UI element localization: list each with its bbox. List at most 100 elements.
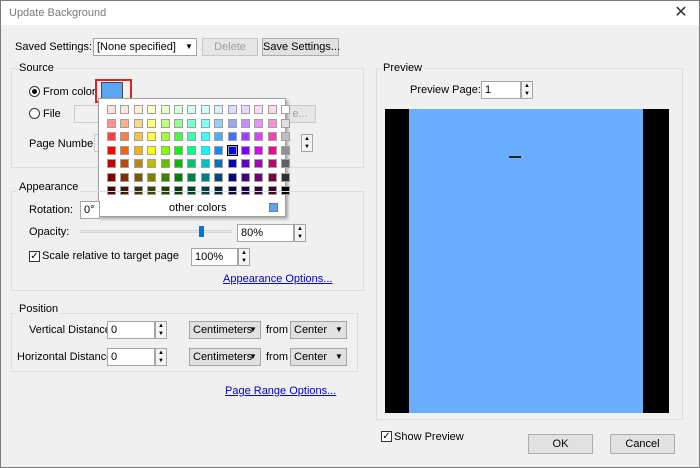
close-icon[interactable]: ✕	[663, 1, 699, 25]
palette-swatch[interactable]	[267, 132, 277, 141]
palette-swatch[interactable]	[120, 118, 130, 128]
palette-swatch[interactable]	[267, 118, 277, 128]
palette-swatch[interactable]	[160, 105, 170, 114]
palette-swatch[interactable]	[160, 145, 170, 155]
palette-swatch[interactable]	[200, 172, 210, 182]
palette-swatch[interactable]	[133, 132, 143, 141]
horizontal-from-select[interactable]: Center ▼	[290, 348, 347, 366]
palette-swatch[interactable]	[120, 159, 130, 168]
palette-swatch[interactable]	[107, 132, 116, 141]
palette-swatch[interactable]	[214, 118, 224, 128]
palette-swatch[interactable]	[174, 172, 183, 182]
palette-swatch[interactable]	[214, 172, 224, 182]
palette-swatch[interactable]	[147, 118, 157, 128]
palette-swatch[interactable]	[147, 132, 157, 141]
palette-swatch[interactable]	[241, 159, 250, 168]
palette-swatch[interactable]	[267, 159, 277, 168]
palette-swatch[interactable]	[174, 145, 183, 155]
palette-swatch[interactable]	[200, 105, 210, 114]
palette-swatch[interactable]	[187, 105, 197, 114]
horizontal-unit-select[interactable]: Centimeters ▼	[189, 348, 261, 366]
palette-swatch[interactable]	[241, 145, 250, 155]
color-picker-button[interactable]	[101, 82, 123, 99]
palette-swatch[interactable]	[200, 132, 210, 141]
palette-swatch[interactable]	[160, 118, 170, 128]
palette-swatch[interactable]	[107, 145, 116, 155]
delete-button[interactable]: Delete	[202, 38, 258, 56]
palette-swatch[interactable]	[133, 105, 143, 114]
palette-swatch[interactable]	[133, 159, 143, 168]
palette-swatch[interactable]	[281, 132, 291, 141]
palette-swatch[interactable]	[227, 105, 237, 114]
palette-swatch[interactable]	[174, 105, 183, 114]
vertical-distance-stepper[interactable]: ▲ ▼	[155, 321, 167, 339]
palette-swatch[interactable]	[254, 118, 264, 128]
palette-swatch[interactable]	[147, 105, 157, 114]
opacity-slider-track[interactable]	[80, 230, 232, 233]
palette-swatch[interactable]	[120, 105, 130, 114]
preview-page-field[interactable]: 1	[481, 81, 521, 99]
palette-swatch[interactable]	[254, 172, 264, 182]
page-number-stepper[interactable]: ▲ ▼	[301, 134, 313, 152]
vertical-unit-select[interactable]: Centimeters ▼	[189, 321, 261, 339]
palette-swatch[interactable]	[187, 159, 197, 168]
scale-stepper[interactable]: ▲ ▼	[238, 248, 250, 266]
palette-swatch[interactable]	[254, 145, 264, 155]
palette-swatch[interactable]	[227, 159, 237, 168]
palette-swatch[interactable]	[214, 105, 224, 114]
palette-swatch[interactable]	[187, 118, 197, 128]
palette-swatch[interactable]	[174, 132, 183, 141]
palette-swatch[interactable]	[133, 172, 143, 182]
palette-swatch[interactable]	[120, 132, 130, 141]
palette-swatch[interactable]	[227, 172, 237, 182]
palette-swatch[interactable]	[107, 172, 116, 182]
palette-swatch[interactable]	[160, 132, 170, 141]
scale-field[interactable]: 100%	[191, 248, 238, 266]
palette-swatch[interactable]	[160, 172, 170, 182]
palette-swatch[interactable]	[200, 145, 210, 155]
palette-swatch[interactable]	[147, 145, 157, 155]
palette-swatch[interactable]	[214, 159, 224, 168]
opacity-field[interactable]: 80%	[237, 224, 294, 242]
palette-swatch[interactable]	[281, 105, 291, 114]
palette-swatch[interactable]	[200, 159, 210, 168]
palette-swatch[interactable]	[214, 132, 224, 141]
appearance-options-link[interactable]: Appearance Options...	[223, 273, 332, 285]
palette-swatch[interactable]	[120, 172, 130, 182]
palette-swatch[interactable]	[254, 132, 264, 141]
preview-page-stepper[interactable]: ▲ ▼	[521, 81, 533, 99]
palette-swatch[interactable]	[133, 145, 143, 155]
palette-swatch[interactable]	[267, 145, 277, 155]
from-color-radio[interactable]	[29, 86, 40, 97]
palette-swatch[interactable]	[187, 172, 197, 182]
palette-swatch[interactable]	[214, 145, 224, 155]
palette-swatch[interactable]	[281, 145, 291, 155]
palette-swatch[interactable]	[227, 118, 237, 128]
vertical-from-select[interactable]: Center ▼	[290, 321, 347, 339]
palette-swatch[interactable]	[226, 144, 238, 156]
palette-swatch[interactable]	[267, 105, 277, 114]
palette-swatch[interactable]	[187, 145, 197, 155]
opacity-stepper[interactable]: ▲ ▼	[294, 224, 306, 242]
palette-swatch[interactable]	[281, 172, 291, 182]
palette-swatch[interactable]	[174, 159, 183, 168]
palette-swatch[interactable]	[281, 118, 291, 128]
ok-button[interactable]: OK	[528, 434, 593, 454]
palette-swatch[interactable]	[241, 118, 250, 128]
palette-swatch[interactable]	[267, 172, 277, 182]
palette-swatch[interactable]	[241, 132, 250, 141]
palette-swatch[interactable]	[254, 105, 264, 114]
show-preview-checkbox[interactable]: ✓	[381, 431, 392, 442]
horizontal-distance-field[interactable]: 0	[107, 348, 155, 366]
palette-swatch[interactable]	[147, 172, 157, 182]
palette-swatch[interactable]	[107, 159, 116, 168]
palette-swatch[interactable]	[200, 118, 210, 128]
palette-swatch[interactable]	[147, 159, 157, 168]
palette-swatch[interactable]	[281, 159, 291, 168]
opacity-slider-thumb[interactable]	[198, 226, 204, 237]
page-range-options-link[interactable]: Page Range Options...	[225, 385, 336, 397]
palette-swatch[interactable]	[133, 118, 143, 128]
palette-swatch[interactable]	[227, 132, 237, 141]
vertical-distance-field[interactable]: 0	[107, 321, 155, 339]
palette-swatch[interactable]	[254, 159, 264, 168]
